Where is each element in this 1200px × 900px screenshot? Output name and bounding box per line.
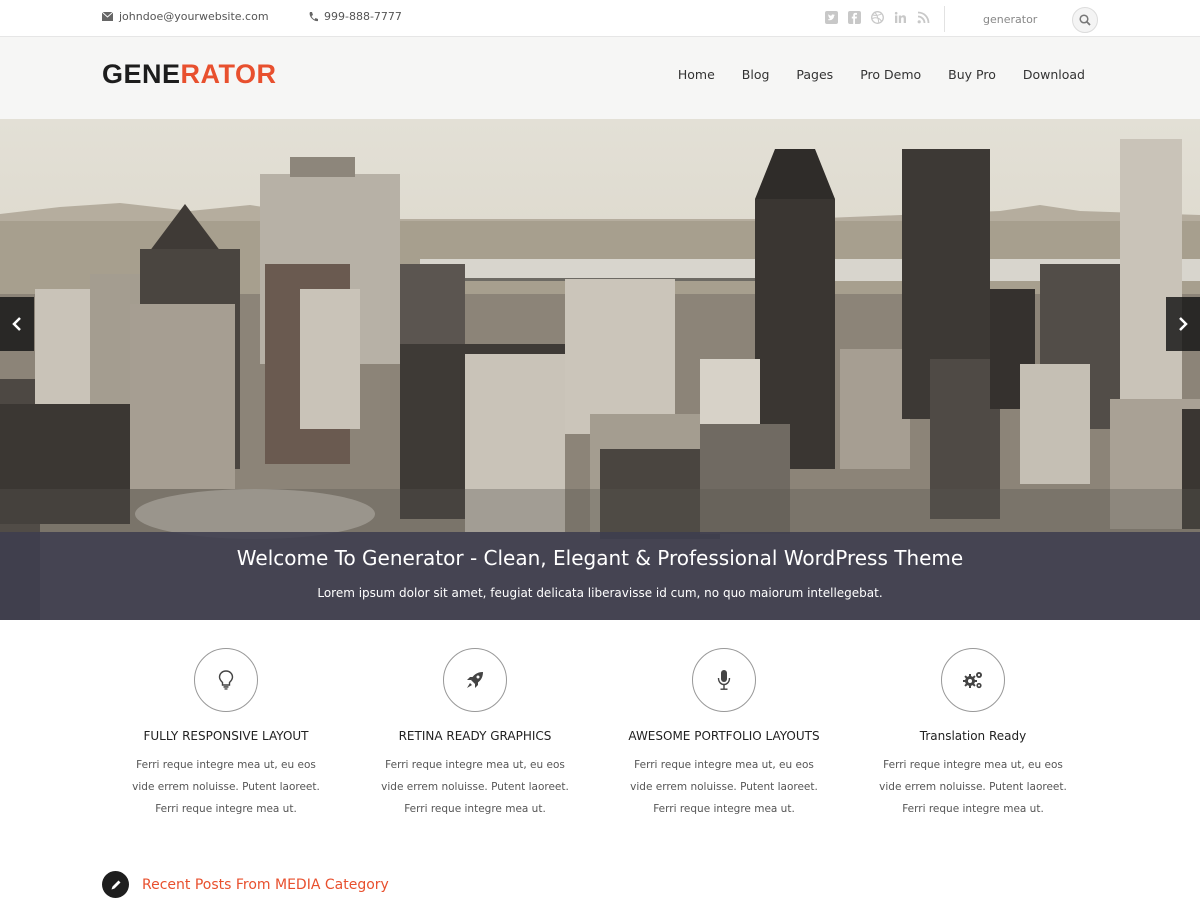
slider-title: Welcome To Generator - Clean, Elegant & … [236, 546, 964, 570]
topbar-divider [944, 6, 945, 32]
site-header: GENERATOR Home Blog Pages Pro Demo Buy P… [0, 37, 1200, 119]
twitter-icon[interactable] [824, 10, 838, 24]
main-nav: Home Blog Pages Pro Demo Buy Pro Downloa… [678, 67, 1085, 82]
hero-slider: Welcome To Generator - Clean, Elegant & … [0, 119, 1200, 620]
slider-next-button[interactable] [1166, 297, 1200, 351]
nav-pages[interactable]: Pages [796, 67, 833, 82]
feature-title: RETINA READY GRAPHICS [398, 729, 552, 743]
phone-text: 999-888-7777 [324, 10, 402, 23]
feature-icon-circle [443, 648, 507, 712]
logo-text-accent: RATOR [180, 59, 277, 89]
dribbble-icon[interactable] [870, 10, 884, 24]
microphone-icon [717, 670, 731, 690]
feature-icon-circle [941, 648, 1005, 712]
feature-icon-circle [194, 648, 258, 712]
recent-posts-title[interactable]: Recent Posts From MEDIA Category [142, 877, 389, 893]
logo-text-dark: GENE [102, 59, 181, 89]
feature-title: FULLY RESPONSIVE LAYOUT [143, 729, 309, 743]
rocket-icon [467, 672, 483, 688]
nav-buy-pro[interactable]: Buy Pro [948, 67, 996, 82]
search-button[interactable] [1072, 7, 1098, 33]
chevron-left-icon [12, 317, 21, 331]
feature-title: Translation Ready [919, 729, 1027, 743]
nav-pro-demo[interactable]: Pro Demo [860, 67, 921, 82]
slider-caption: Welcome To Generator - Clean, Elegant & … [0, 532, 1200, 620]
pencil-icon [102, 871, 129, 898]
phone-icon [309, 11, 318, 21]
feature-title: AWESOME PORTFOLIO LAYOUTS [628, 729, 820, 743]
envelope-icon [102, 12, 113, 21]
slider-prev-button[interactable] [0, 297, 34, 351]
feature-description: Ferri reque integre mea ut, eu eos vide … [879, 759, 1067, 815]
feature-portfolio: AWESOME PORTFOLIO LAYOUTS Ferri reque in… [614, 648, 834, 820]
search-input[interactable]: generator [983, 13, 1037, 26]
contact-phone[interactable]: 999-888-7777 [309, 10, 402, 23]
feature-description: Ferri reque integre mea ut, eu eos vide … [630, 759, 818, 815]
nav-home[interactable]: Home [678, 67, 715, 82]
gears-icon [963, 672, 982, 689]
nav-download[interactable]: Download [1023, 67, 1085, 82]
search-icon [1079, 14, 1091, 26]
recent-posts-heading: Recent Posts From MEDIA Category [102, 871, 389, 898]
slider-subtitle: Lorem ipsum dolor sit amet, feugiat deli… [317, 586, 883, 600]
top-bar: johndoe@yourwebsite.com 999-888-7777 gen… [0, 0, 1200, 37]
feature-icon-circle [692, 648, 756, 712]
site-logo[interactable]: GENERATOR [102, 59, 277, 90]
feature-retina: RETINA READY GRAPHICS Ferri reque integr… [365, 648, 585, 820]
linkedin-icon[interactable] [893, 10, 907, 24]
chevron-right-icon [1179, 317, 1188, 331]
feature-description: Ferri reque integre mea ut, eu eos vide … [132, 759, 320, 815]
social-icons [824, 10, 930, 24]
feature-translation: Translation Ready Ferri reque integre me… [863, 648, 1083, 820]
feature-responsive: FULLY RESPONSIVE LAYOUT Ferri reque inte… [116, 648, 336, 820]
lightbulb-icon [218, 670, 234, 690]
facebook-icon[interactable] [847, 10, 861, 24]
contact-email[interactable]: johndoe@yourwebsite.com [102, 10, 269, 23]
nav-blog[interactable]: Blog [742, 67, 770, 82]
rss-icon[interactable] [916, 10, 930, 24]
feature-description: Ferri reque integre mea ut, eu eos vide … [381, 759, 569, 815]
email-text: johndoe@yourwebsite.com [119, 10, 269, 23]
